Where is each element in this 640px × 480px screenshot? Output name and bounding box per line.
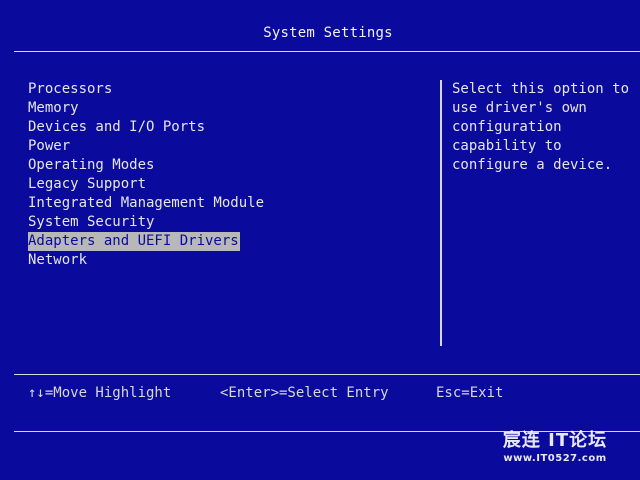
menu-item-system-security[interactable]: System Security: [28, 213, 265, 232]
help-text-line: configuration: [452, 119, 562, 135]
help-text-line: Select this option to: [452, 81, 630, 97]
menu-item-processors[interactable]: Processors: [28, 80, 265, 99]
watermark-title: 宸连 IT论坛: [502, 430, 608, 451]
footer-exit-hint: Esc=Exit: [436, 385, 504, 401]
menu-item-network[interactable]: Network: [28, 251, 265, 270]
footer-top-divider: [14, 374, 640, 375]
page-title: System Settings: [263, 25, 393, 41]
menu-item-memory[interactable]: Memory: [28, 99, 265, 118]
menu-item-power[interactable]: Power: [28, 137, 265, 156]
help-text-line: use driver's own: [452, 100, 587, 116]
bios-screen: System Settings Processors Memory Device…: [0, 0, 640, 480]
help-panel-divider: [440, 80, 442, 346]
help-panel: Select this option to use driver's own c…: [452, 80, 632, 175]
menu-item-legacy-support[interactable]: Legacy Support: [28, 175, 265, 194]
menu-item-operating-modes[interactable]: Operating Modes: [28, 156, 265, 175]
title-divider: [14, 51, 640, 52]
watermark-logo: 宸连 IT论坛 www.IT0527.com: [500, 430, 610, 470]
menu-item-adapters-uefi-drivers[interactable]: Adapters and UEFI Drivers: [28, 232, 265, 251]
settings-menu: Processors Memory Devices and I/O Ports …: [28, 80, 265, 270]
menu-item-integrated-management-module[interactable]: Integrated Management Module: [28, 194, 265, 213]
footer-move-hint: ↑↓=Move Highlight: [28, 385, 172, 401]
help-text-line: configure a device.: [452, 157, 613, 173]
footer-select-hint: <Enter>=Select Entry: [220, 385, 389, 401]
menu-item-devices-io-ports[interactable]: Devices and I/O Ports: [28, 118, 265, 137]
help-text-line: capability to: [452, 138, 562, 154]
watermark-url: www.IT0527.com: [503, 453, 607, 464]
